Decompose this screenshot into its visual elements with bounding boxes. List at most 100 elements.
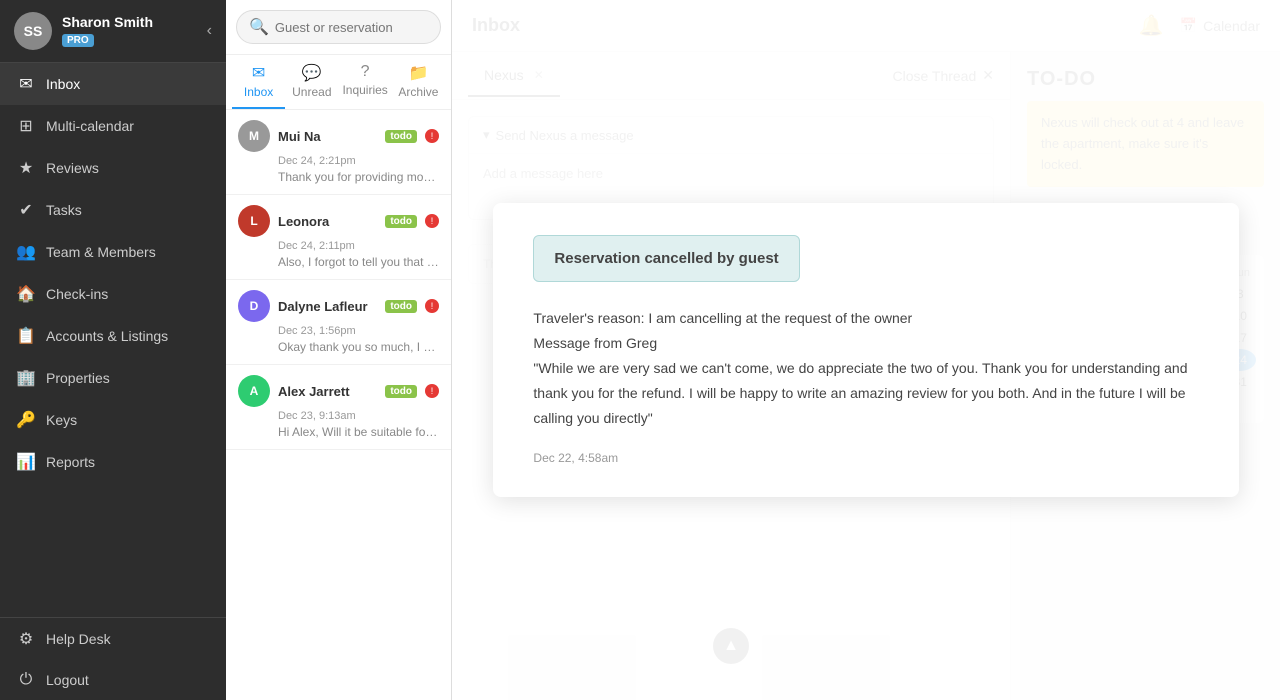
sidebar-item-help-desk[interactable]: ⚙ Help Desk <box>0 618 226 660</box>
properties-icon: 🏢 <box>16 368 36 388</box>
avatar: A <box>238 375 270 407</box>
inbox-sender-name: Leonora <box>278 214 377 229</box>
checkins-icon: 🏠 <box>16 284 36 304</box>
sidebar-item-accounts-listings[interactable]: 📋 Accounts & Listings <box>0 315 226 357</box>
keys-icon: 🔑 <box>16 410 36 430</box>
inquiries-tab-icon: ? <box>361 63 370 81</box>
sidebar-item-reports[interactable]: 📊 Reports <box>0 441 226 483</box>
traveler-reason: Traveler's reason: I am cancelling at th… <box>533 306 1198 331</box>
search-icon: 🔍 <box>249 17 269 37</box>
reports-icon: 📊 <box>16 452 36 472</box>
avatar: SS <box>14 12 52 50</box>
team-icon: 👥 <box>16 242 36 262</box>
multi-calendar-icon: ⊞ <box>16 116 36 136</box>
sidebar-item-label: Tasks <box>46 202 82 218</box>
message-label: Message from Greg <box>533 331 1198 356</box>
tab-archive[interactable]: 📁 Archive <box>392 55 445 109</box>
inbox-date: Dec 24, 2:21pm <box>278 155 439 167</box>
user-info: SS Sharon Smith PRO <box>14 12 153 50</box>
tab-unread[interactable]: 💬 Unread <box>285 55 338 109</box>
search-input[interactable] <box>275 20 428 35</box>
red-dot: ! <box>425 299 439 313</box>
help-icon: ⚙ <box>16 629 36 649</box>
tab-inquiries[interactable]: ? Inquiries <box>338 55 391 109</box>
tab-inbox-label: Inbox <box>244 85 273 99</box>
inbox-preview: Hi Alex, Will it be suitable for y... <box>278 425 439 439</box>
sidebar-item-tasks[interactable]: ✔ Tasks <box>0 189 226 231</box>
accounts-icon: 📋 <box>16 326 36 346</box>
message-body: "While we are very sad we can't come, we… <box>533 356 1198 432</box>
tab-archive-label: Archive <box>398 85 438 99</box>
collapse-button[interactable]: ‹ <box>207 22 212 40</box>
sidebar-item-inbox[interactable]: ✉ Inbox <box>0 63 226 105</box>
sidebar-item-properties[interactable]: 🏢 Properties <box>0 357 226 399</box>
tab-inbox[interactable]: ✉ Inbox <box>232 55 285 109</box>
sidebar-item-label: Multi-calendar <box>46 118 134 134</box>
unread-tab-icon: 💬 <box>302 63 322 83</box>
avatar: M <box>238 120 270 152</box>
logout-icon: ⏻ <box>16 671 36 689</box>
list-item[interactable]: A Alex Jarrett todo ! Dec 23, 9:13am Hi … <box>226 365 451 450</box>
sidebar-item-label: Reviews <box>46 160 99 176</box>
todo-badge: todo <box>385 215 417 228</box>
list-item[interactable]: M Mui Na todo ! Dec 24, 2:21pm Thank you… <box>226 110 451 195</box>
todo-badge: todo <box>385 300 417 313</box>
user-name: Sharon Smith <box>62 14 153 30</box>
avatar: D <box>238 290 270 322</box>
inbox-date: Dec 24, 2:11pm <box>278 240 439 252</box>
list-item[interactable]: D Dalyne Lafleur todo ! Dec 23, 1:56pm O… <box>226 280 451 365</box>
red-dot: ! <box>425 384 439 398</box>
sidebar-header: SS Sharon Smith PRO ‹ <box>0 0 226 63</box>
sidebar-item-keys[interactable]: 🔑 Keys <box>0 399 226 441</box>
sidebar-item-check-ins[interactable]: 🏠 Check-ins <box>0 273 226 315</box>
sidebar-item-label: Keys <box>46 412 77 428</box>
sidebar-item-reviews[interactable]: ★ Reviews <box>0 147 226 189</box>
inbox-sender-name: Alex Jarrett <box>278 384 377 399</box>
archive-tab-icon: 📁 <box>408 63 428 83</box>
sidebar-item-team-members[interactable]: 👥 Team & Members <box>0 231 226 273</box>
red-dot: ! <box>425 214 439 228</box>
cancellation-banner: Reservation cancelled by guest <box>533 235 799 282</box>
inbox-sender-name: Dalyne Lafleur <box>278 299 377 314</box>
modal-content: Reservation cancelled by guest Traveler'… <box>493 203 1238 498</box>
avatar: L <box>238 205 270 237</box>
inbox-preview: Thank you for providing more i... <box>278 170 439 184</box>
middle-panel: 🔍 ✉ Inbox 💬 Unread ? Inquiries 📁 Archive… <box>226 0 452 700</box>
inbox-preview: Okay thank you so much, I appr... <box>278 340 439 354</box>
list-item[interactable]: L Leonora todo ! Dec 24, 2:11pm Also, I … <box>226 195 451 280</box>
todo-badge: todo <box>385 130 417 143</box>
inbox-date: Dec 23, 9:13am <box>278 410 439 422</box>
tab-inquiries-label: Inquiries <box>342 83 387 97</box>
main-content: Inbox 🔔 📅 Calendar Nexus ✕ Close Thread … <box>452 0 1280 700</box>
inbox-icon: ✉ <box>16 74 36 94</box>
sidebar-item-multi-calendar[interactable]: ⊞ Multi-calendar <box>0 105 226 147</box>
search-bar: 🔍 <box>226 0 451 55</box>
inbox-date: Dec 23, 1:56pm <box>278 325 439 337</box>
modal-overlay[interactable]: Reservation cancelled by guest Traveler'… <box>452 52 1280 700</box>
sidebar-item-label: Properties <box>46 370 110 386</box>
sidebar-item-label: Logout <box>46 672 89 688</box>
inbox-sender-name: Mui Na <box>278 129 377 144</box>
sidebar-item-label: Team & Members <box>46 244 156 260</box>
sidebar-item-label: Inbox <box>46 76 80 92</box>
tasks-icon: ✔ <box>16 200 36 220</box>
modal-timestamp: Dec 22, 4:58am <box>533 451 1198 465</box>
sidebar-item-label: Reports <box>46 454 95 470</box>
modal-body: Traveler's reason: I am cancelling at th… <box>533 306 1198 432</box>
inbox-list: M Mui Na todo ! Dec 24, 2:21pm Thank you… <box>226 110 451 700</box>
inbox-preview: Also, I forgot to tell you that I g... <box>278 255 439 269</box>
sidebar-item-logout[interactable]: ⏻ Logout <box>0 660 226 700</box>
sidebar: SS Sharon Smith PRO ‹ ✉ Inbox ⊞ Multi-ca… <box>0 0 226 700</box>
sidebar-item-label: Accounts & Listings <box>46 328 168 344</box>
tab-unread-label: Unread <box>292 85 331 99</box>
pro-badge: PRO <box>62 34 94 47</box>
reviews-icon: ★ <box>16 158 36 178</box>
red-dot: ! <box>425 129 439 143</box>
sidebar-item-label: Help Desk <box>46 631 111 647</box>
sidebar-item-label: Check-ins <box>46 286 108 302</box>
inbox-tabs: ✉ Inbox 💬 Unread ? Inquiries 📁 Archive <box>226 55 451 110</box>
search-wrapper[interactable]: 🔍 <box>236 10 441 44</box>
thread-container: Nexus ✕ Close Thread ✕ ▾ Send Nexus a me… <box>452 52 1280 700</box>
inbox-tab-icon: ✉ <box>252 63 265 83</box>
todo-badge: todo <box>385 385 417 398</box>
